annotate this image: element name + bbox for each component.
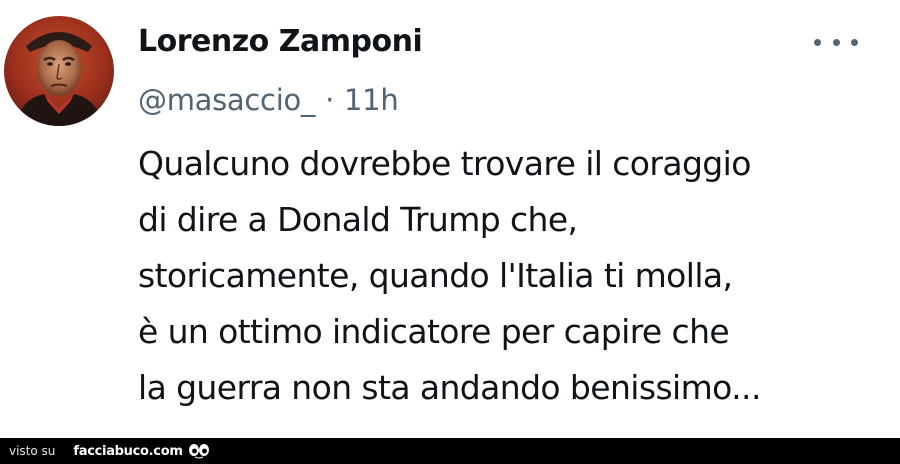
more-horizontal-icon[interactable] bbox=[814, 30, 858, 54]
avatar-portrait-image bbox=[4, 16, 114, 126]
footer-prefix: visto su bbox=[9, 444, 56, 458]
avatar[interactable] bbox=[4, 16, 114, 126]
tweet-meta: @masaccio_ · 11h bbox=[138, 82, 399, 118]
meta-separator: · bbox=[325, 83, 335, 117]
handle[interactable]: @masaccio_ bbox=[138, 83, 315, 117]
watermark-footer: visto su facciabuco.com bbox=[0, 438, 900, 464]
tweet-text: Qualcuno dovrebbe trovare il coraggio di… bbox=[138, 136, 878, 416]
tweet-text-line: storicamente, quando l'Italia ti molla, bbox=[138, 256, 733, 295]
display-name[interactable]: Lorenzo Zamponi bbox=[138, 24, 423, 60]
tweet-text-line: Qualcuno dovrebbe trovare il coraggio bbox=[138, 144, 751, 183]
tweet-text-line: di dire a Donald Trump che, bbox=[138, 200, 578, 239]
facciabuco-eyes-icon bbox=[188, 444, 209, 459]
tweet-text-line: è un ottimo indicatore per capire che bbox=[138, 312, 730, 351]
tweet-text-line: la guerra non sta andando benissimo... bbox=[138, 368, 761, 407]
timestamp[interactable]: 11h bbox=[344, 83, 399, 117]
footer-site[interactable]: facciabuco.com bbox=[73, 444, 183, 459]
tweet-card: Lorenzo Zamponi @masaccio_ · 11h Qualcuno … bbox=[0, 0, 900, 438]
